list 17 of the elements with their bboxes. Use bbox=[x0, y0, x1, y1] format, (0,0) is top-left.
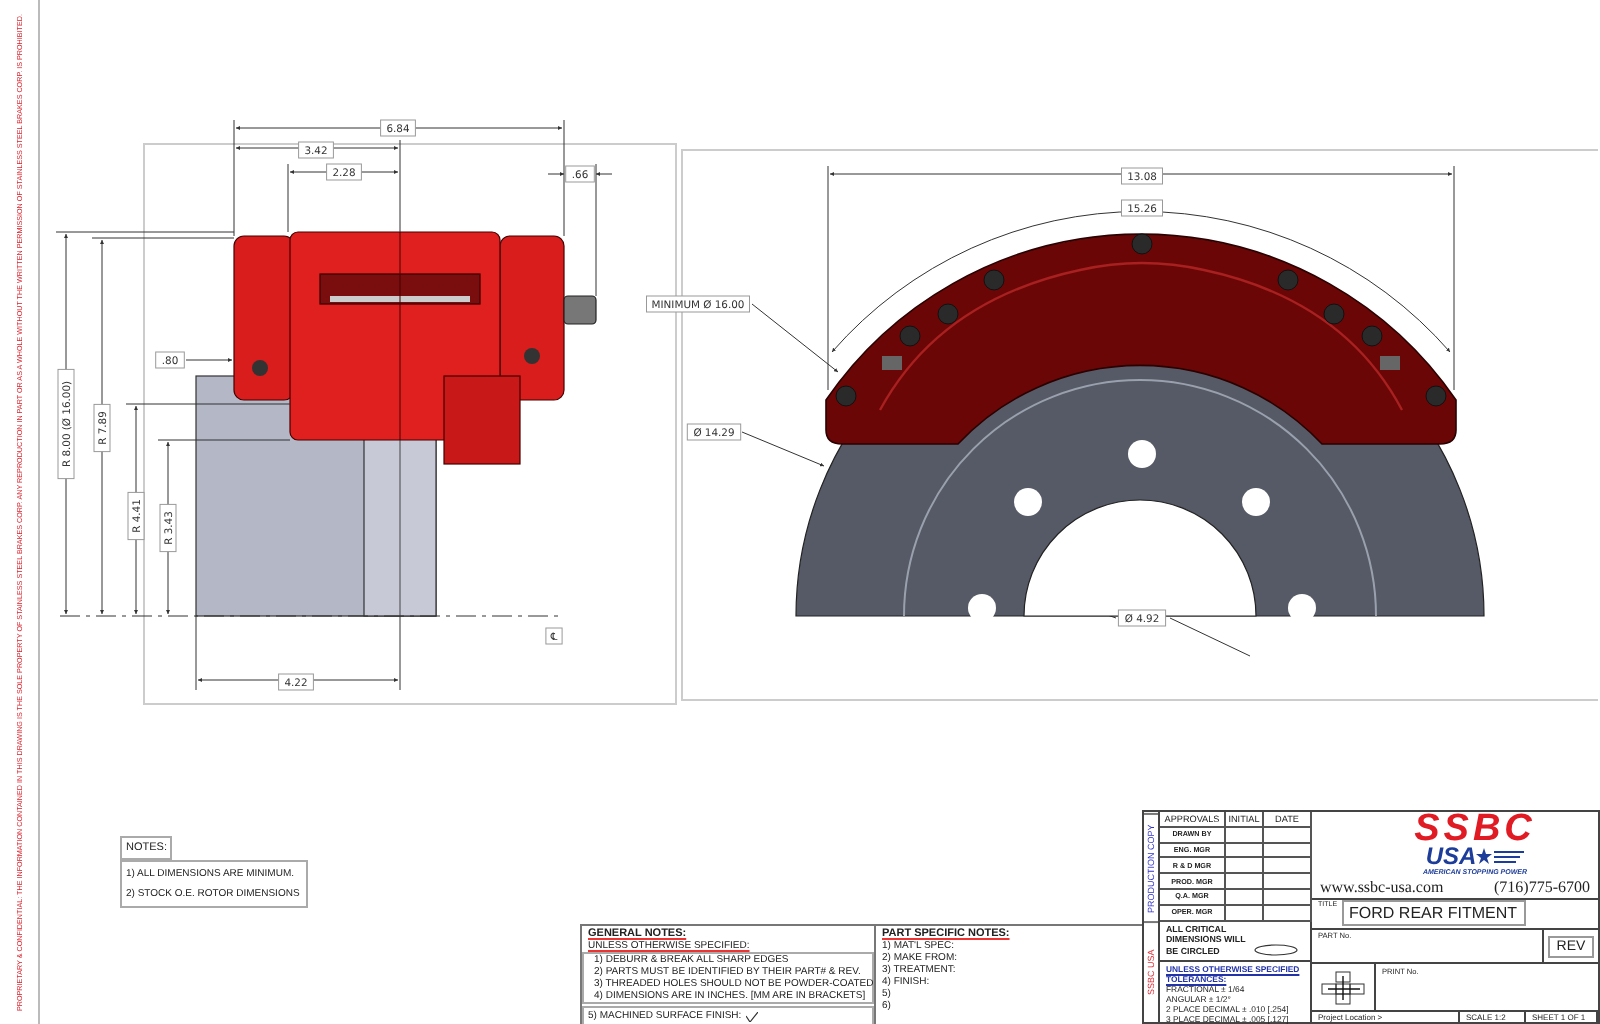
logo-country: USA bbox=[1425, 845, 1477, 868]
drawing-title: FORD REAR FITMENT bbox=[1341, 900, 1526, 927]
approval-cell bbox=[1264, 827, 1312, 844]
approval-cell bbox=[1226, 905, 1264, 922]
phone-text: (716)775-6700 bbox=[1494, 878, 1590, 897]
approval-cell bbox=[1226, 858, 1264, 875]
approval-cell bbox=[1264, 905, 1312, 922]
star-stripes-icon bbox=[1476, 848, 1525, 865]
approval-cell bbox=[1226, 889, 1264, 906]
projection-symbol-icon bbox=[1319, 969, 1367, 1006]
approval-cell bbox=[1226, 827, 1264, 844]
approval-cell bbox=[1264, 858, 1312, 875]
logo-brand: SSBC bbox=[1414, 813, 1536, 846]
approval-cell bbox=[1264, 889, 1312, 906]
oval-outline-icon bbox=[1254, 944, 1298, 956]
surface-finish-icon bbox=[745, 1011, 758, 1021]
website-text: www.ssbc-usa.com bbox=[1320, 878, 1444, 897]
